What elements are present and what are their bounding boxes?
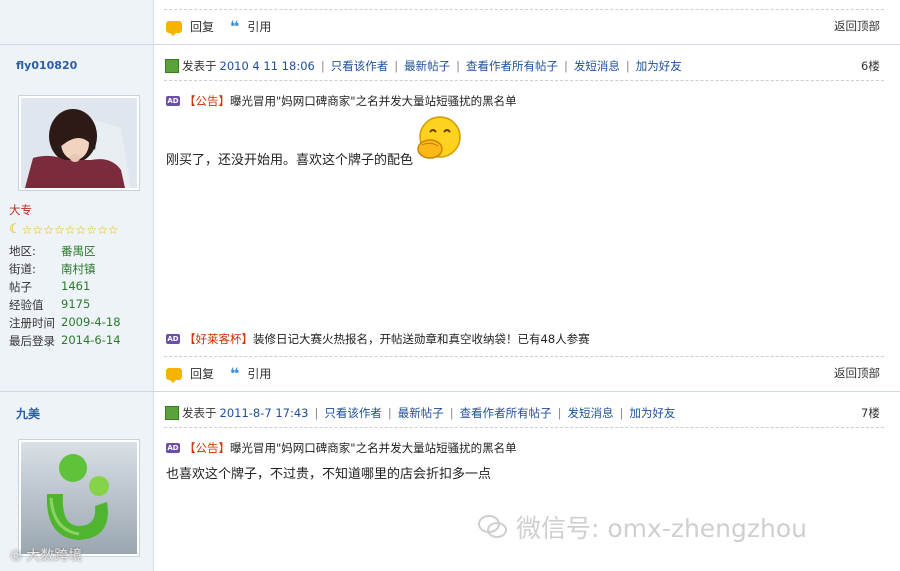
notice-tag: 【公告】 bbox=[184, 94, 230, 108]
post-date: 2011-8-7 17:43 bbox=[219, 406, 309, 420]
reply-button[interactable]: 回复 bbox=[190, 18, 214, 35]
author-name[interactable]: 九美 bbox=[16, 405, 40, 422]
send-message-link[interactable]: 发短消息 bbox=[568, 405, 614, 421]
notice-link[interactable]: AD 【公告】 曝光冒用"妈网口碑商家"之名并发大量站短骚扰的黑名单 bbox=[166, 440, 517, 456]
ad-icon: AD bbox=[166, 96, 180, 106]
rank-stars: ☾ ☆☆☆☆☆☆☆☆☆ bbox=[9, 222, 118, 237]
post-actions-top: 回复 ❝ 引用 bbox=[166, 16, 271, 36]
watermark-text: 微信号: omx-zhengzhou bbox=[516, 514, 808, 543]
stat-label: 街道: bbox=[9, 262, 36, 276]
separator: | bbox=[625, 59, 630, 73]
brand-watermark: ◎ 大数跨境 bbox=[10, 545, 82, 565]
post-date: 2010 4 11 18:06 bbox=[219, 59, 315, 73]
reply-button[interactable]: 回复 bbox=[190, 365, 214, 382]
stat-label: 地区: bbox=[9, 244, 36, 258]
back-to-top-link[interactable]: 返回顶部 bbox=[834, 18, 880, 34]
floor-number: 6楼 bbox=[861, 59, 880, 73]
notice-text: 曝光冒用"妈网口碑商家"之名并发大量站短骚扰的黑名单 bbox=[230, 94, 517, 108]
separator: | bbox=[449, 406, 454, 420]
divider bbox=[164, 356, 884, 357]
divider bbox=[164, 427, 884, 428]
divider bbox=[164, 9, 884, 10]
wechat-icon bbox=[478, 515, 507, 538]
back-to-top-link[interactable]: 返回顶部 bbox=[834, 365, 880, 381]
post-separator bbox=[0, 44, 900, 45]
post-icon bbox=[165, 406, 179, 420]
stat-value: 番禺区 bbox=[61, 244, 96, 258]
floor-number: 7楼 bbox=[861, 406, 880, 420]
separator: | bbox=[619, 406, 624, 420]
post-meta: 发表于 2010 4 11 18:06 | 只看该作者 | 最新帖子 | 查看作… bbox=[165, 57, 682, 75]
reply-icon bbox=[166, 367, 182, 383]
separator: | bbox=[456, 59, 460, 73]
separator: | bbox=[387, 406, 392, 420]
stat-value: 9175 bbox=[61, 297, 91, 311]
quote-button[interactable]: 引用 bbox=[247, 365, 271, 382]
stat-value: 2014-6-14 bbox=[61, 333, 121, 347]
stat-value: 2009-4-18 bbox=[61, 315, 121, 329]
post-actions: 回复 ❝ 引用 bbox=[166, 363, 271, 383]
only-author-link[interactable]: 只看该作者 bbox=[324, 405, 382, 421]
reply-icon bbox=[166, 20, 182, 36]
brand-watermark-text: 大数跨境 bbox=[26, 548, 83, 564]
quote-button[interactable]: 引用 bbox=[247, 18, 271, 35]
quote-icon: ❝ bbox=[230, 363, 240, 383]
send-message-link[interactable]: 发短消息 bbox=[574, 58, 620, 74]
notice-link[interactable]: AD 【公告】 曝光冒用"妈网口碑商家"之名并发大量站短骚扰的黑名单 bbox=[166, 93, 517, 109]
post-body: 也喜欢这个牌子，不过贵，不知道哪里的店会折扣多一点 bbox=[166, 467, 492, 482]
latest-posts-link[interactable]: 最新帖子 bbox=[404, 58, 450, 74]
laugh-emoji-icon bbox=[416, 115, 462, 161]
all-posts-link[interactable]: 查看作者所有帖子 bbox=[466, 58, 558, 74]
only-author-link[interactable]: 只看该作者 bbox=[331, 58, 389, 74]
ad-icon: AD bbox=[166, 334, 180, 344]
avatar[interactable] bbox=[18, 95, 140, 191]
ad-text: 装修日记大赛火热报名，开帖送勋章和真空收纳袋！已有48人参赛 bbox=[253, 332, 590, 346]
stat-label: 最后登录 bbox=[9, 334, 55, 348]
all-posts-link[interactable]: 查看作者所有帖子 bbox=[460, 405, 552, 421]
notice-tag: 【公告】 bbox=[184, 441, 230, 455]
ad-banner-link[interactable]: AD 【好莱客杯】 装修日记大赛火热报名，开帖送勋章和真空收纳袋！已有48人参赛 bbox=[166, 331, 590, 347]
post-meta: 发表于 2011-8-7 17:43 | 只看该作者 | 最新帖子 | 查看作者… bbox=[165, 404, 675, 422]
add-friend-link[interactable]: 加为好友 bbox=[636, 58, 682, 74]
stat-value: 1461 bbox=[61, 279, 91, 293]
avatar[interactable] bbox=[18, 439, 140, 557]
notice-text: 曝光冒用"妈网口碑商家"之名并发大量站短骚扰的黑名单 bbox=[230, 441, 517, 455]
author-name[interactable]: fly010820 bbox=[16, 59, 77, 72]
moon-icon: ☾ bbox=[9, 222, 21, 237]
star-icon: ☆☆☆☆☆☆☆☆☆ bbox=[21, 222, 119, 237]
stat-value: 南村镇 bbox=[61, 262, 96, 276]
wechat-watermark: 微信号: omx-zhengzhou bbox=[478, 509, 807, 545]
ad-icon: AD bbox=[166, 443, 180, 453]
post-body: 刚买了，还没开始用。喜欢这个牌子的配色 bbox=[166, 153, 414, 168]
separator: | bbox=[557, 406, 562, 420]
ad-tag: 【好莱客杯】 bbox=[184, 332, 253, 346]
user-rank: 大专 bbox=[9, 203, 32, 217]
stat-label: 帖子 bbox=[9, 280, 32, 294]
posted-label: 发表于 bbox=[182, 406, 217, 420]
separator: | bbox=[320, 59, 325, 73]
latest-posts-link[interactable]: 最新帖子 bbox=[398, 405, 444, 421]
add-friend-link[interactable]: 加为好友 bbox=[629, 405, 675, 421]
stat-label: 注册时间 bbox=[9, 316, 55, 330]
separator: | bbox=[314, 406, 319, 420]
posted-label: 发表于 bbox=[182, 59, 217, 73]
post-separator bbox=[0, 391, 900, 392]
divider bbox=[164, 80, 884, 81]
brand-watermark-icon: ◎ bbox=[10, 547, 23, 563]
post-icon bbox=[165, 59, 179, 73]
stat-label: 经验值 bbox=[9, 298, 44, 312]
quote-icon: ❝ bbox=[230, 16, 240, 36]
separator: | bbox=[394, 59, 399, 73]
separator: | bbox=[563, 59, 568, 73]
